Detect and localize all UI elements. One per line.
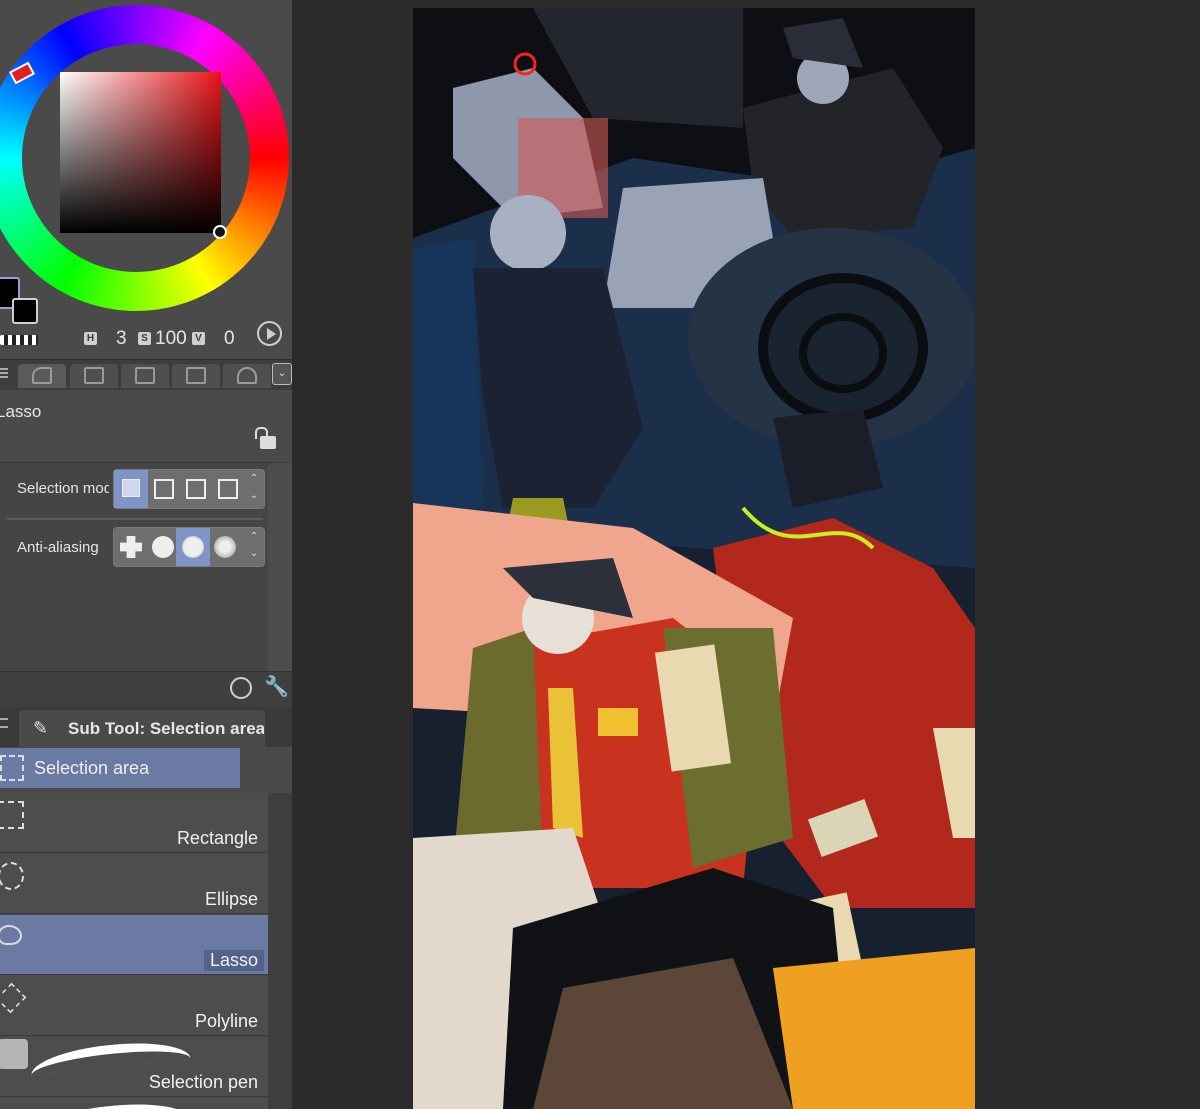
- subtool-item-label: Rectangle: [176, 828, 258, 848]
- anti-aliasing-label: Anti-aliasing: [17, 539, 99, 556]
- selection-mode-label: Selection mode: [17, 480, 109, 497]
- color-wheel-palette: H 3 S 100 V 0: [0, 0, 292, 356]
- add-selection-icon: [154, 479, 174, 499]
- rectangle-select-icon: [0, 801, 24, 829]
- aa-none-button[interactable]: [114, 528, 148, 566]
- subtool-item-next[interactable]: [0, 1097, 268, 1109]
- stroke-preview: [29, 1097, 191, 1109]
- subtract-selection-button[interactable]: [180, 470, 214, 508]
- layers-icon: [186, 367, 206, 384]
- layer-property-icon: [84, 367, 104, 384]
- film-icon: [135, 367, 155, 384]
- palette-menu-icon[interactable]: [0, 368, 8, 378]
- aa-medium-button[interactable]: [176, 528, 210, 566]
- new-selection-icon: [122, 479, 140, 497]
- transparent-color-swatch[interactable]: [0, 335, 38, 345]
- ellipse-select-icon: [0, 862, 24, 890]
- aa-weak-icon: [152, 536, 174, 558]
- subtool-list: Rectangle Ellipse Lasso Polyline Selecti…: [0, 793, 292, 1109]
- saturation-value[interactable]: 100: [155, 328, 187, 350]
- add-selection-button[interactable]: [148, 470, 182, 508]
- subtool-item-polyline[interactable]: Polyline: [0, 976, 268, 1036]
- tool-name: Lasso: [0, 402, 42, 421]
- selection-area-icon: [0, 755, 24, 781]
- subtool-pen-icon: ✎: [33, 718, 49, 738]
- tab-layer[interactable]: [172, 364, 220, 388]
- subtool-group-label: Selection area: [34, 758, 150, 778]
- reset-icon[interactable]: [230, 677, 252, 699]
- polyline-icon: [0, 982, 27, 1014]
- subtool-item-label: Selection pen: [148, 1072, 258, 1092]
- stroke-preview: [29, 1036, 191, 1076]
- aa-strong-button[interactable]: [210, 528, 244, 566]
- aa-medium-icon: [182, 536, 204, 558]
- intersect-selection-button[interactable]: [212, 470, 246, 508]
- subtool-item-ellipse[interactable]: Ellipse: [0, 854, 268, 914]
- sub-color-swatch[interactable]: [12, 298, 38, 324]
- tab-layer-property[interactable]: [70, 364, 118, 388]
- lasso-icon: [0, 925, 22, 945]
- subtool-item-label: Polyline: [194, 1011, 258, 1031]
- tab-tool-property[interactable]: [18, 364, 66, 388]
- sv-cursor[interactable]: [213, 225, 227, 239]
- new-selection-button[interactable]: [114, 470, 148, 508]
- divider: [7, 518, 263, 520]
- aa-weak-button[interactable]: [146, 528, 180, 566]
- saturation-value-square[interactable]: [60, 72, 221, 233]
- anti-aliasing-selector[interactable]: ⌃ ⌄: [113, 527, 265, 567]
- subtool-list-scrollbar[interactable]: [268, 793, 292, 1109]
- subtool-item-selection-pen[interactable]: Selection pen: [0, 1036, 268, 1097]
- hue-label: H: [84, 332, 97, 345]
- wrench-icon[interactable]: 🔧: [264, 676, 289, 698]
- value-label: V: [192, 332, 205, 345]
- subtool-item-label: Ellipse: [204, 889, 258, 909]
- aa-strong-icon: [214, 536, 236, 558]
- tool-property-scrollbar[interactable]: [268, 463, 292, 671]
- subtool-menu-icon[interactable]: [0, 718, 8, 728]
- selection-mode-stepper-icon[interactable]: ⌃ ⌄: [244, 470, 264, 508]
- navigator-icon: [237, 367, 257, 384]
- intersect-selection-icon: [218, 479, 238, 499]
- artwork-illustration: [413, 8, 975, 1109]
- selection-mode-selector[interactable]: ⌃ ⌄: [113, 469, 265, 509]
- aa-none-icon: [120, 536, 142, 558]
- subtool-item-rectangle[interactable]: Rectangle: [0, 793, 268, 853]
- subtool-title: Sub Tool: Selection area: [68, 719, 264, 738]
- subtract-selection-icon: [186, 479, 206, 499]
- tab-animation[interactable]: [121, 364, 169, 388]
- collapse-palette-button[interactable]: ⌄: [272, 363, 292, 385]
- value-value[interactable]: 0: [224, 328, 235, 350]
- subtool-item-lasso[interactable]: Lasso: [0, 915, 268, 975]
- lock-icon[interactable]: [255, 427, 276, 449]
- left-panel: H 3 S 100 V 0 ⌄ Lasso Selection mode: [0, 0, 292, 1109]
- anti-aliasing-stepper-icon[interactable]: ⌃ ⌄: [244, 528, 264, 566]
- subtool-item-label: Lasso: [203, 950, 264, 971]
- brush-gear-icon: [32, 367, 52, 384]
- artwork-canvas[interactable]: [413, 8, 975, 1109]
- saturation-label: S: [138, 332, 151, 345]
- palette-tab-bar: [0, 359, 292, 390]
- tab-navigator[interactable]: [223, 364, 271, 388]
- selection-pen-icon: [0, 1039, 28, 1069]
- play-icon[interactable]: [257, 321, 282, 346]
- hue-value[interactable]: 3: [116, 328, 127, 350]
